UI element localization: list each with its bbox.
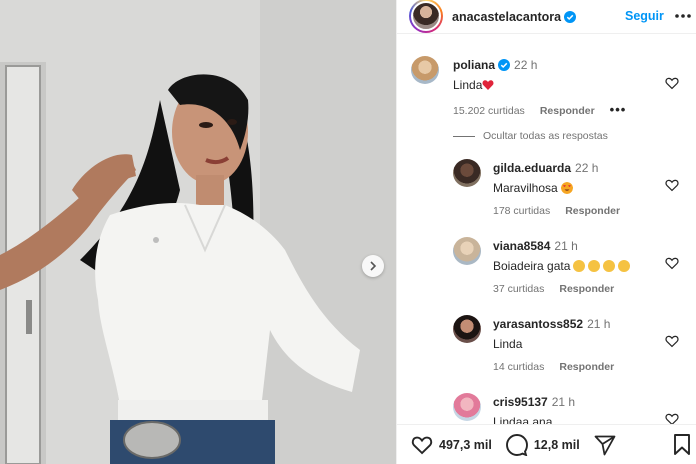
avatar[interactable] — [411, 56, 439, 84]
comment-time[interactable]: 22 h — [575, 161, 598, 175]
avatar[interactable] — [453, 315, 481, 343]
comment-text: Maravilhosa — [493, 181, 663, 195]
comment-button[interactable]: 12,8 mil — [505, 433, 580, 456]
comment-bubble-icon — [505, 433, 528, 456]
post-header: anacastelacantora Seguir — [397, 0, 696, 34]
heart-eyes-emoji-icon — [560, 182, 573, 194]
comment-meta: 178 curtidas Responder — [493, 205, 663, 217]
verified-badge-icon — [564, 10, 577, 23]
comment: cris95137 21 h Lindaa ana — [493, 393, 673, 424]
comments-list: poliana 22 h Linda 15.202 curtidas Respond… — [397, 44, 696, 424]
comments-panel: anacastelacantora Seguir poliana 22 h Lin… — [396, 0, 696, 464]
comment-text: Linda — [493, 337, 523, 351]
comment-meta: 37 curtidas Responder — [493, 283, 673, 295]
like-count[interactable]: 37 curtidas — [493, 283, 544, 295]
comment-text: Linda — [453, 78, 653, 92]
comment: viana8584 21 h Boiadeira gata 37 curtidas… — [493, 237, 673, 295]
more-horizontal-icon[interactable]: ••• — [610, 102, 627, 117]
reply-button[interactable]: Responder — [559, 361, 614, 373]
reply-button[interactable]: Responder — [540, 105, 595, 117]
like-count[interactable]: 178 curtidas — [493, 205, 550, 217]
author-avatar[interactable] — [409, 0, 443, 33]
heart-outline-icon — [411, 436, 433, 454]
comment: poliana 22 h Linda 15.202 curtidas Respond… — [453, 56, 653, 117]
clap-emoji-icon — [618, 260, 631, 272]
like-count[interactable]: 14 curtidas — [493, 361, 544, 373]
avatar[interactable] — [453, 393, 481, 421]
comment-username[interactable]: cris95137 — [493, 395, 548, 409]
paper-plane-icon — [594, 435, 616, 455]
comment-time[interactable]: 21 h — [587, 317, 610, 331]
carousel-next-button[interactable] — [362, 255, 384, 277]
comment-username[interactable]: gilda.eduarda — [493, 161, 571, 175]
likes-count: 497,3 mil — [439, 437, 492, 452]
comment-text: Boiadeira gata — [493, 259, 673, 273]
comment-username[interactable]: yarasantoss852 — [493, 317, 583, 331]
heart-outline-icon[interactable] — [665, 334, 679, 348]
chevron-right-icon — [370, 261, 377, 271]
like-count[interactable]: 15.202 curtidas — [453, 105, 525, 117]
comment-time[interactable]: 21 h — [554, 239, 577, 253]
heart-outline-icon[interactable] — [665, 256, 679, 270]
comment: gilda.eduarda 22 h Maravilhosa 178 curtid… — [493, 159, 663, 217]
post-media — [0, 0, 396, 464]
comment-meta: 15.202 curtidas Responder ••• — [453, 102, 653, 117]
bookmark-icon[interactable] — [673, 434, 691, 456]
clap-emoji-icon — [603, 260, 616, 272]
heart-outline-icon[interactable] — [665, 412, 679, 424]
like-button[interactable]: 497,3 mil — [411, 434, 492, 456]
heart-outline-icon[interactable] — [665, 178, 679, 192]
clap-emoji-icon — [588, 260, 601, 272]
comments-count: 12,8 mil — [533, 437, 580, 452]
comment: yarasantoss852 21 h Linda 14 curtidas Resp… — [493, 315, 673, 373]
author-username[interactable]: anacastelacantora — [452, 10, 577, 24]
reply-button[interactable]: Responder — [559, 283, 614, 295]
comment-username[interactable]: poliana — [453, 58, 495, 72]
clap-emoji-icon — [573, 260, 586, 272]
comment-time[interactable]: 21 h — [552, 395, 575, 409]
reply-button[interactable]: Responder — [565, 205, 620, 217]
follow-button[interactable]: Seguir — [625, 9, 664, 23]
more-horizontal-icon[interactable] — [674, 9, 692, 23]
comment-time[interactable]: 22 h — [514, 58, 537, 72]
share-button[interactable] — [594, 434, 616, 456]
comment-text: Lindaa ana — [493, 415, 553, 424]
hide-replies-button[interactable]: Ocultar todas as respostas — [453, 130, 608, 142]
comment-username[interactable]: viana8584 — [493, 239, 550, 253]
comment-meta: 14 curtidas Responder — [493, 361, 673, 373]
verified-badge-icon — [498, 59, 511, 71]
post-actions-bar: 497,3 mil 12,8 mil — [397, 424, 696, 464]
heart-outline-icon[interactable] — [665, 76, 679, 90]
avatar[interactable] — [453, 237, 481, 265]
post-photo — [0, 0, 396, 464]
avatar[interactable] — [453, 159, 481, 187]
red-heart-icon — [482, 80, 494, 90]
